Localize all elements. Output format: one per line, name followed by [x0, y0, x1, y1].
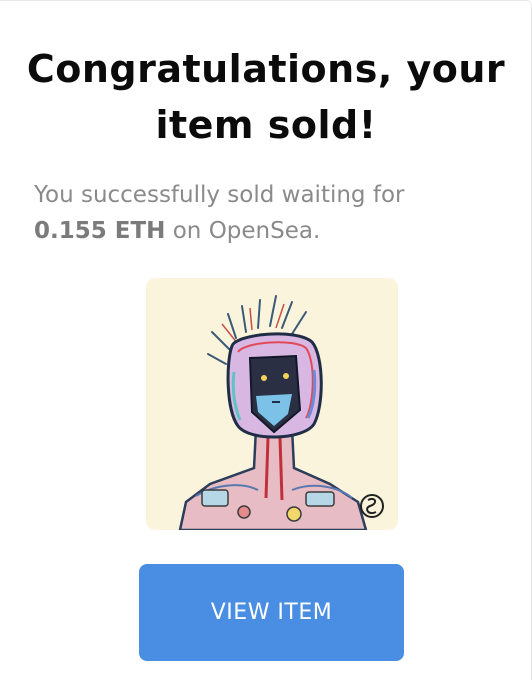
sale-message-prefix: You successfully sold waiting for [34, 182, 405, 208]
sale-message: You successfully sold waiting for 0.155 E… [34, 177, 504, 249]
sale-success-dialog: Congratulations, your item sold! You succ… [0, 0, 532, 680]
dialog-title-line-2: item sold! [155, 103, 377, 147]
dialog-title-line-1: Congratulations, your [26, 47, 506, 91]
nft-artwork-image [146, 278, 398, 530]
sale-amount: 0.155 ETH [34, 218, 166, 244]
sale-message-suffix: on OpenSea. [172, 218, 321, 244]
dialog-title: Congratulations, your item sold! [0, 41, 532, 153]
view-item-button[interactable]: VIEW ITEM [139, 564, 404, 661]
nft-robot-portrait-icon [146, 278, 398, 530]
